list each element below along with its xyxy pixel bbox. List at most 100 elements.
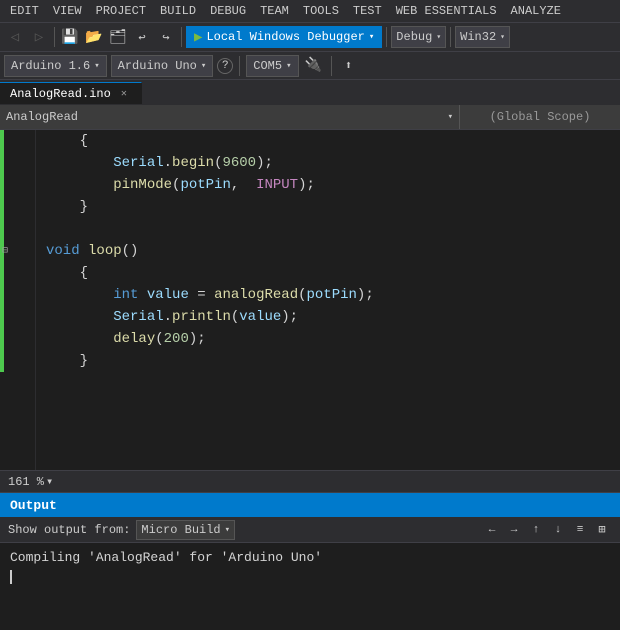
code-line-4: } [36,196,620,218]
menu-build[interactable]: BUILD [154,2,202,20]
output-toolbar: Show output from: Micro Build ▾ ← → ↑ ↓ … [0,517,620,543]
gutter-line-2 [0,152,35,174]
local-debugger-btn[interactable]: ▶ Local Windows Debugger ▾ [186,26,382,48]
show-output-label: Show output from: [8,523,130,537]
code-line-8: int value = analogRead(potPin); [36,284,620,306]
menu-tools[interactable]: TOOLS [297,2,345,20]
zoom-dropdown[interactable]: 161 % ▾ [8,474,53,489]
sep6 [331,56,332,76]
line-gutter: ⊟ [0,130,36,470]
cursor-line [10,567,610,587]
output-expand-btn[interactable]: ⊞ [592,520,612,540]
main-content: AnalogRead.ino ✕ AnalogRead ▾ (Global Sc… [0,80,620,630]
code-header: AnalogRead ▾ (Global Scope) [0,104,620,130]
menu-analyze[interactable]: ANALYZE [505,2,567,20]
output-source-label: Micro Build [141,523,220,537]
forward-btn[interactable]: ▷ [28,26,50,48]
output-back-btn[interactable]: ← [482,520,502,540]
back-btn[interactable]: ◁ [4,26,26,48]
sep2 [181,27,182,47]
code-line-6: void loop() [36,240,620,262]
output-up-btn[interactable]: ↑ [526,520,546,540]
output-source-dropdown[interactable]: Micro Build ▾ [136,520,235,540]
menu-team[interactable]: TEAM [254,2,295,20]
menu-view[interactable]: VIEW [47,2,88,20]
board-label: Arduino Uno [118,59,197,73]
debug-config-label: Debug [396,30,432,44]
output-compile-text: Compiling 'AnalogRead' for 'Arduino Uno' [10,550,322,565]
com-label: COM5 [253,59,282,73]
gutter-line-10 [0,328,35,350]
platform-dropdown[interactable]: Win32 ▾ [455,26,510,48]
output-forward-btn[interactable]: → [504,520,524,540]
code-line-11: } [36,350,620,372]
platform-label: Win32 [460,30,496,44]
arduino-version-dropdown[interactable]: Arduino 1.6 ▾ [4,55,107,77]
tab-close-btn[interactable]: ✕ [117,87,131,101]
platform-arrow: ▾ [500,32,505,42]
output-icon-group: ← → ↑ ↓ ≡ ⊞ [482,520,612,540]
file-scope-dropdown[interactable]: AnalogRead ▾ [0,105,460,129]
menu-project[interactable]: PROJECT [90,2,152,20]
zoom-level: 161 % [8,475,44,489]
main-toolbar: ◁ ▷ 💾 📂 🗂 ↩ ↪ ▶ Local Windows Debugger ▾… [0,22,620,52]
serial-monitor-btn[interactable]: 🔌 [303,55,325,77]
gutter-line-3 [0,174,35,196]
open-btn[interactable]: 📂 [83,26,105,48]
gutter-line-6: ⊟ [0,240,35,262]
debug-btn-label: Local Windows Debugger [206,30,364,44]
menu-edit[interactable]: EDIT [4,2,45,20]
tab-bar: AnalogRead.ino ✕ [0,80,620,104]
fold-icon[interactable]: ⊟ [2,245,8,257]
tab-label: AnalogRead.ino [10,87,111,101]
output-compile-line: Compiling 'AnalogRead' for 'Arduino Uno' [10,547,610,567]
code-line-7: { [36,262,620,284]
zoom-bar: 161 % ▾ [0,470,620,492]
play-icon: ▶ [194,29,202,46]
upload-btn[interactable]: ⬆ [338,55,360,77]
tab-analogread[interactable]: AnalogRead.ino ✕ [0,82,142,104]
board-dropdown[interactable]: Arduino Uno ▾ [111,55,214,77]
com-arrow: ▾ [286,61,291,71]
output-title: Output [10,498,57,513]
code-line-10: delay(200); [36,328,620,350]
gutter-line-1 [0,130,35,152]
output-header: Output [0,493,620,517]
debug-btn-arrow: ▾ [369,32,374,42]
save-btn[interactable]: 💾 [59,26,81,48]
global-scope-label: (Global Scope) [460,105,620,129]
help-btn[interactable]: ? [217,58,233,74]
redo-btn[interactable]: ↪ [155,26,177,48]
sep3 [386,27,387,47]
code-lines[interactable]: { Serial.begin(9600); pinMode(potPin, IN… [36,130,620,470]
output-source-arrow: ▾ [225,525,230,535]
file-scope-label: AnalogRead [6,110,78,124]
code-line-3: pinMode(potPin, INPUT); [36,174,620,196]
arduino-toolbar: Arduino 1.6 ▾ Arduino Uno ▾ ? COM5 ▾ 🔌 ⬆ [0,52,620,80]
save-all-btn[interactable]: 🗂 [107,26,129,48]
zoom-arrow: ▾ [46,474,53,489]
menu-debug[interactable]: DEBUG [204,2,252,20]
debug-config-arrow: ▾ [436,32,441,42]
code-line-1: { [36,130,620,152]
gutter-line-11 [0,350,35,372]
text-cursor [10,570,12,584]
gutter-line-8 [0,284,35,306]
code-editor[interactable]: ⊟ { Serial.begin(9600); pinMode(potPin, … [0,130,620,470]
sep5 [239,56,240,76]
output-down-btn[interactable]: ↓ [548,520,568,540]
menu-web-essentials[interactable]: WEB ESSENTIALS [390,2,503,20]
gutter-line-5 [0,218,35,240]
com-dropdown[interactable]: COM5 ▾ [246,55,298,77]
undo-btn[interactable]: ↩ [131,26,153,48]
file-scope-arrow: ▾ [448,112,453,122]
debug-config-dropdown[interactable]: Debug ▾ [391,26,446,48]
gutter-line-4 [0,196,35,218]
menu-test[interactable]: TEST [347,2,388,20]
code-line-2: Serial.begin(9600); [36,152,620,174]
board-arrow: ▾ [201,61,206,71]
code-line-9: Serial.println(value); [36,306,620,328]
output-menu-btn[interactable]: ≡ [570,520,590,540]
menu-bar: EDIT VIEW PROJECT BUILD DEBUG TEAM TOOLS… [0,0,620,22]
output-panel: Output Show output from: Micro Build ▾ ←… [0,492,620,630]
